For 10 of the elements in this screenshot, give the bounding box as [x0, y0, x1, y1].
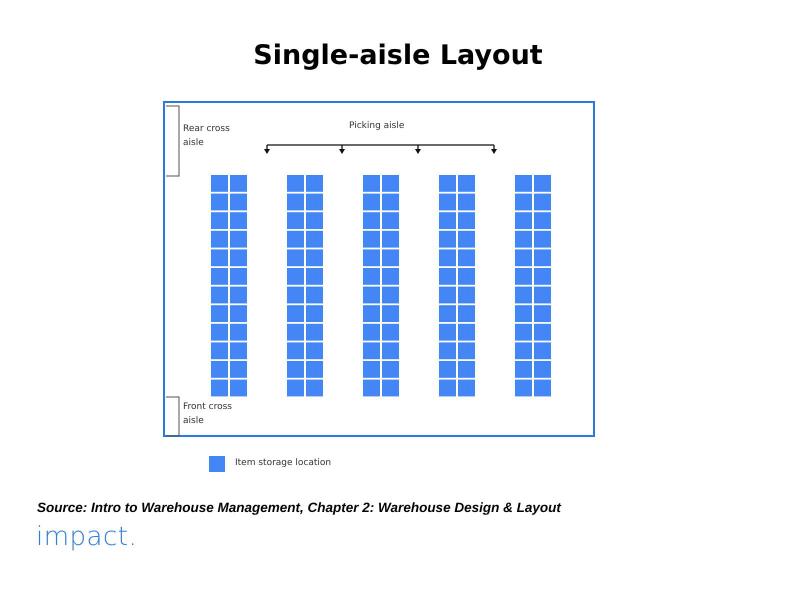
rear-cross-aisle-label: Rear cross aisle — [183, 123, 231, 150]
source-caption: Source: Intro to Warehouse Management, Chapter 2: Warehouse Design & Layout — [37, 499, 562, 517]
front-cross-aisle-label: Front cross aisle — [183, 401, 233, 428]
rear-aisle-bracket — [166, 106, 180, 176]
legend-label: Item storage location — [235, 457, 332, 470]
impact-logo: impact. — [36, 524, 138, 550]
storage-location-legend-icon — [209, 456, 225, 472]
front-aisle-bracket — [166, 396, 180, 436]
picking-aisle-label: Picking aisle — [349, 120, 404, 133]
page-title: Single-aisle Layout — [252, 39, 544, 73]
